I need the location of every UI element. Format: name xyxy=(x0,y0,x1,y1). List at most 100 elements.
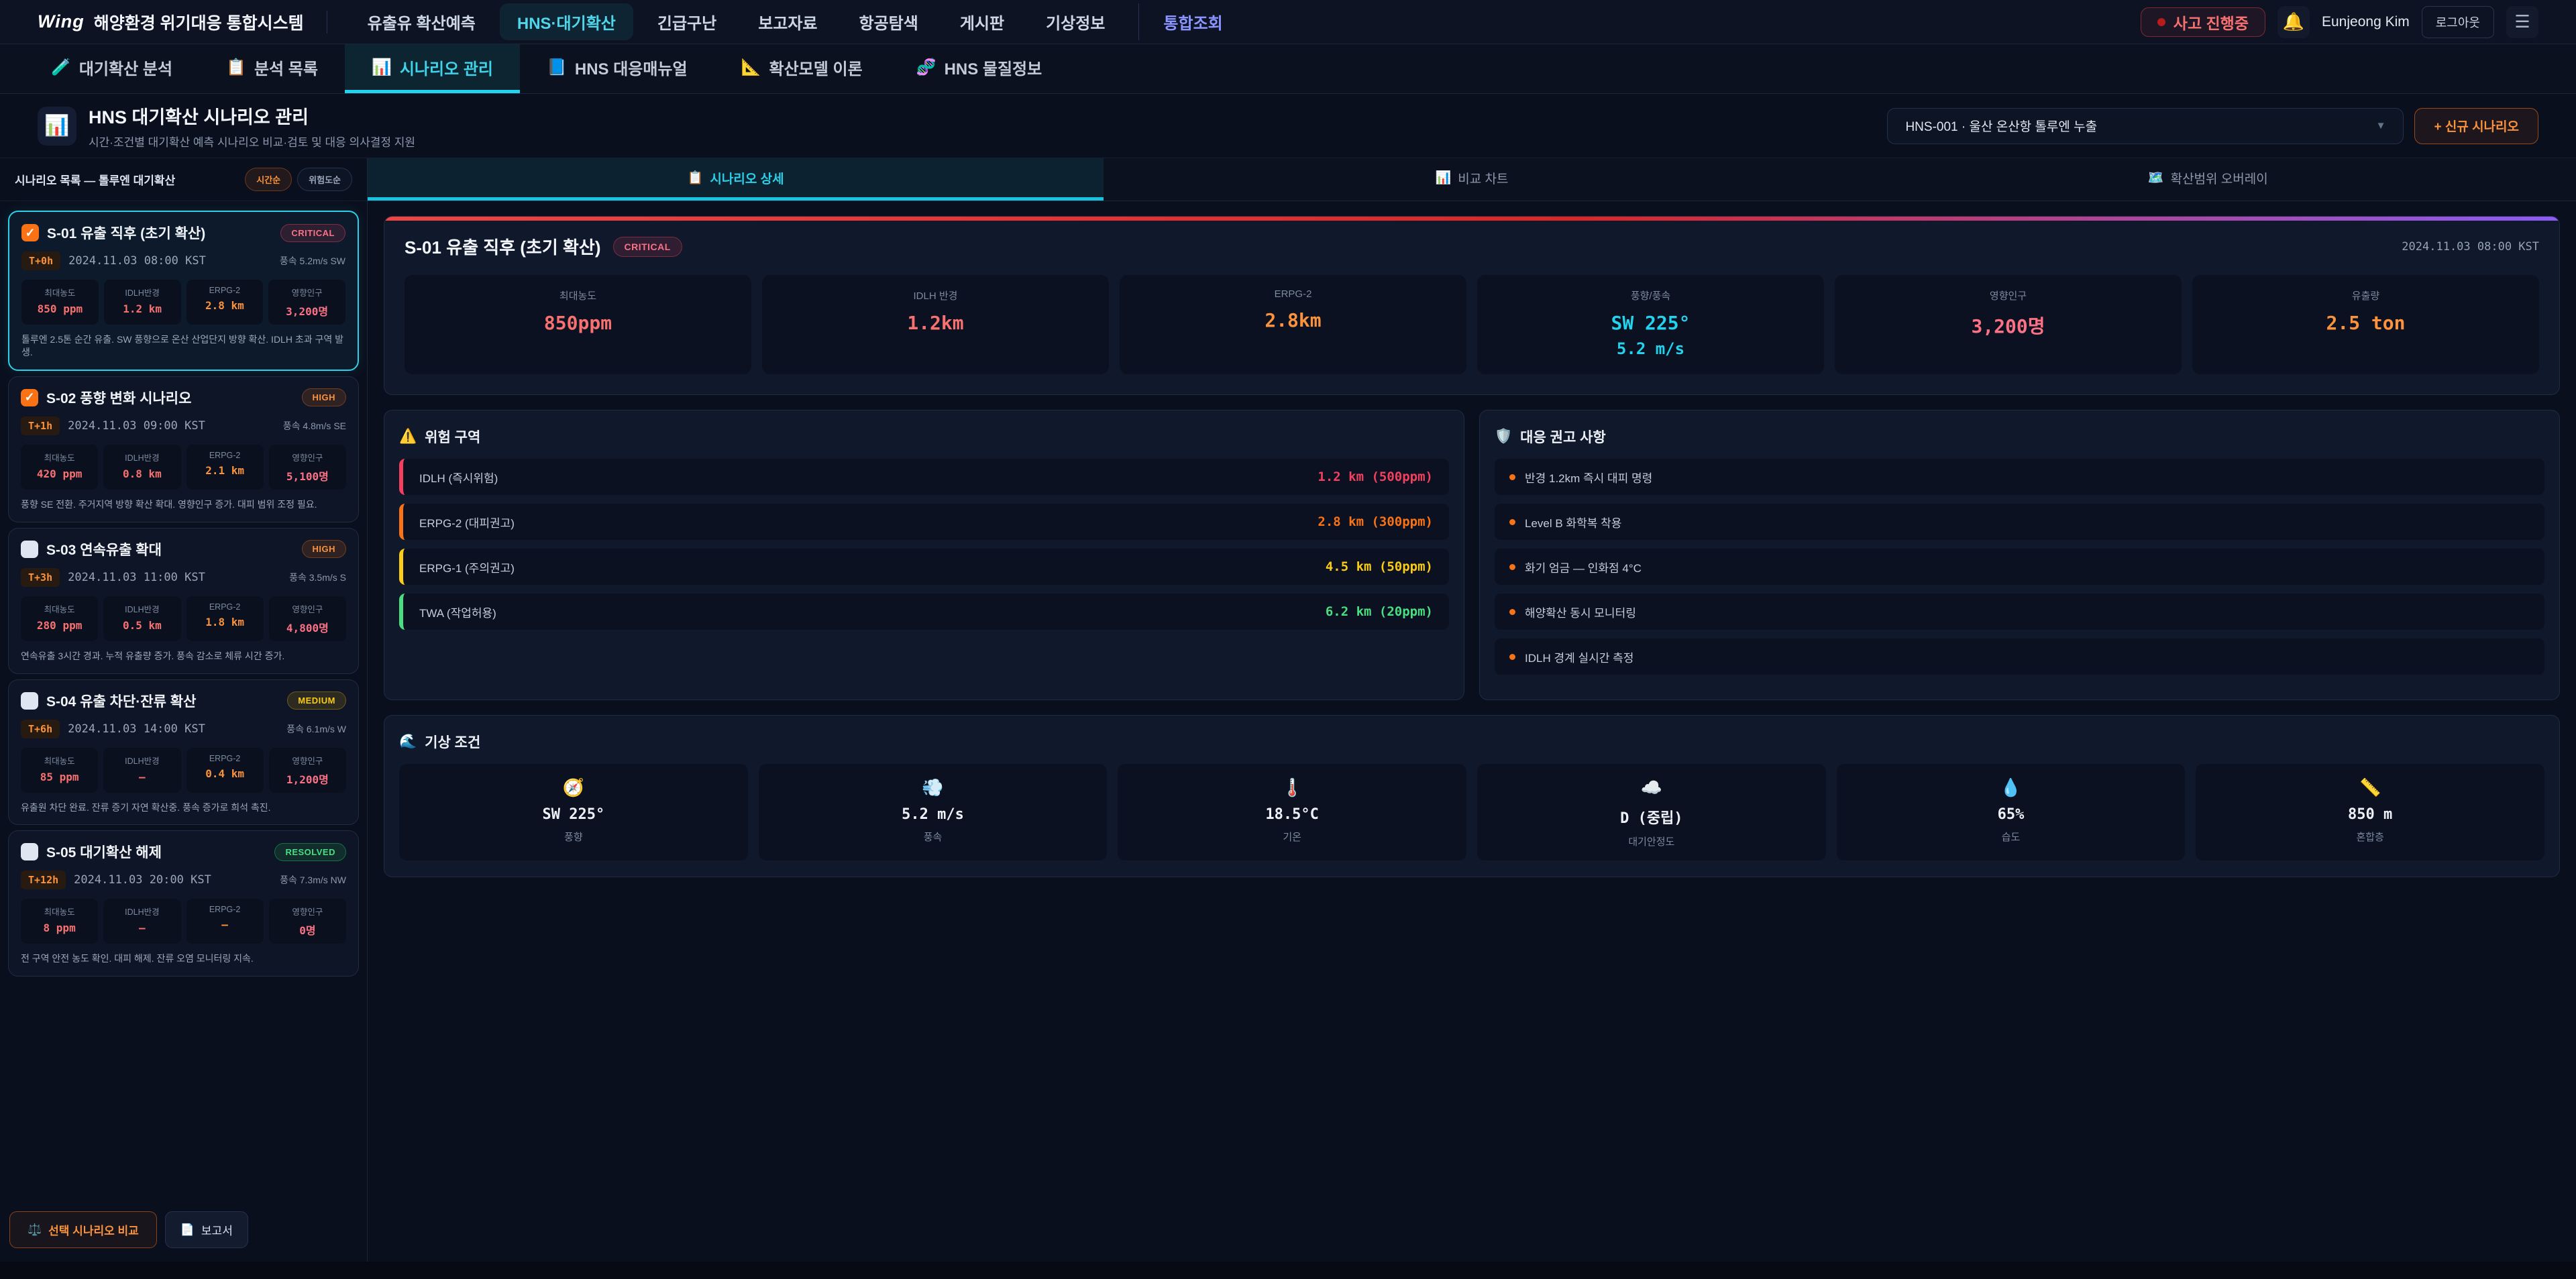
scenario-time-row: T+0h 2024.11.03 08:00 KST 풍속 5.2m/s SW xyxy=(21,252,345,270)
tab-icon: 📊 xyxy=(372,58,392,77)
severity-gradient-bar xyxy=(384,217,2559,221)
stat-value: 1,200명 xyxy=(272,771,343,787)
compare-button[interactable]: ⚖️ 선택 시나리오 비교 xyxy=(9,1211,157,1248)
recommendation-item: IDLH 경계 실시간 측정 xyxy=(1495,638,2544,675)
nav-item[interactable]: 기상정보 xyxy=(1028,3,1122,40)
scenario-stats: 최대농도 850 ppm IDLH반경 1.2 km ERPG-2 2.8 km xyxy=(21,280,345,325)
scenario-detail-panel: S-01 유출 직후 (초기 확산) CRITICAL 2024.11.03 0… xyxy=(384,216,2560,395)
nav-item[interactable]: 게시판 xyxy=(943,3,1022,40)
user-name: Eunjeong Kim xyxy=(2322,14,2410,30)
weather-cards: 🧭 SW 225° 풍향 💨 5.2 m/s 풍속 🌡️ 18.5°C 기온 xyxy=(399,764,2544,860)
stat-box: IDLH반경 0.5 km xyxy=(103,596,180,641)
stat-label: 영향인구 xyxy=(271,286,343,298)
weather-icon: 🌡️ xyxy=(1122,777,1462,798)
tab-label: 대기확산 분석 xyxy=(79,56,172,79)
stat-value: – xyxy=(106,922,178,934)
tab-label: 확산모델 이론 xyxy=(769,56,863,79)
menu-button[interactable]: ☰ xyxy=(2506,6,2538,38)
footer-bar xyxy=(0,1262,2576,1279)
stat-value: 1.8 km xyxy=(189,616,261,628)
scenario-card[interactable]: S-05 대기확산 해제 RESOLVED T+12h 2024.11.03 2… xyxy=(8,830,359,977)
scenario-time-row: T+1h 2024.11.03 09:00 KST 풍속 4.8m/s SE xyxy=(21,416,346,435)
scenario-datetime: 2024.11.03 08:00 KST xyxy=(68,254,206,268)
scenario-checkbox[interactable] xyxy=(21,843,38,860)
metric-value: 2.5 ton xyxy=(2198,312,2534,334)
recommendations-title: 대응 권고 사항 xyxy=(1520,427,1606,447)
logout-button[interactable]: 로그아웃 xyxy=(2422,6,2494,38)
stat-value: 0.8 km xyxy=(106,467,178,480)
main-tab[interactable]: 🗺️ 확산범위 오버레이 xyxy=(1840,158,2576,201)
nav-item[interactable]: 긴급구난 xyxy=(640,3,734,40)
nav-item[interactable]: HNS·대기확산 xyxy=(500,3,633,40)
severity-badge: RESOLVED xyxy=(274,843,346,861)
scenario-checkbox[interactable] xyxy=(21,692,38,710)
subnav-tab[interactable]: 📘 HNS 대응매뉴얼 xyxy=(520,44,714,93)
nav-item[interactable]: 유출유 확산예측 xyxy=(350,3,493,40)
metric-label: 유출량 xyxy=(2198,288,2534,302)
stat-value: 420 ppm xyxy=(23,467,95,480)
stat-label: IDLH반경 xyxy=(106,451,178,463)
scenario-card[interactable]: S-04 유출 차단·잔류 확산 MEDIUM T+6h 2024.11.03 … xyxy=(8,679,359,826)
tab-label: HNS 대응매뉴얼 xyxy=(575,56,688,79)
detail-severity-badge: CRITICAL xyxy=(613,237,682,257)
stat-box: 최대농도 420 ppm xyxy=(21,445,98,490)
severity-badge: CRITICAL xyxy=(280,224,345,242)
risk-zone-row: ERPG-1 (주의권고) 4.5 km (50ppm) xyxy=(399,549,1449,585)
stat-value: 2.1 km xyxy=(189,464,261,477)
recommendations-header: 🛡️ 대응 권고 사항 xyxy=(1495,427,2544,447)
scenario-card[interactable]: S-03 연속유출 확대 HIGH T+3h 2024.11.03 11:00 … xyxy=(8,528,359,674)
scenario-card[interactable]: S-02 풍향 변화 시나리오 HIGH T+1h 2024.11.03 09:… xyxy=(8,376,359,522)
scenario-checkbox[interactable] xyxy=(21,389,38,406)
sort-chip[interactable]: 위험도순 xyxy=(297,168,352,191)
weather-value: 18.5°C xyxy=(1122,806,1462,823)
scenario-description: 톨루엔 2.5톤 순간 유출. SW 풍향으로 온산 산업단지 방향 확산. I… xyxy=(21,333,345,359)
metric-label: ERPG-2 xyxy=(1125,288,1461,300)
scenario-time-row: T+3h 2024.11.03 11:00 KST 풍속 3.5m/s S xyxy=(21,568,346,587)
subnav-tab[interactable]: 🧪 대기확산 분석 xyxy=(24,44,199,93)
weather-value: 65% xyxy=(1841,806,2182,823)
risk-zone-row: IDLH (즉시위험) 1.2 km (500ppm) xyxy=(399,459,1449,495)
metric-value: SW 225° xyxy=(1483,312,1819,334)
nav-item[interactable]: 보고자료 xyxy=(741,3,835,40)
subnav-tab[interactable]: 📋 분석 목록 xyxy=(199,44,345,93)
status-dot-icon xyxy=(2157,18,2165,26)
nav-item[interactable]: 통합조회 xyxy=(1138,3,1240,40)
document-icon: 📄 xyxy=(180,1223,195,1237)
stat-value: – xyxy=(189,918,261,931)
main-tabs: 📋 시나리오 상세 📊 비교 차트 🗺️ 확산범위 오버레이 xyxy=(368,158,2576,201)
scenario-checkbox[interactable] xyxy=(21,541,38,558)
new-scenario-button[interactable]: + 신규 시나리오 xyxy=(2414,108,2538,144)
weather-icon: 📏 xyxy=(2200,777,2540,798)
risk-zones-panel: ⚠️ 위험 구역 IDLH (즉시위험) 1.2 km (500ppm) ERP… xyxy=(384,410,1464,700)
scenario-description: 전 구역 안전 농도 확인. 대피 해제. 잔류 오염 모니터링 지속. xyxy=(21,952,346,965)
wave-icon: 🌊 xyxy=(399,734,417,750)
scenario-list-title: 시나리오 목록 — 톨루엔 대기확산 xyxy=(15,171,175,188)
subnav-tab[interactable]: 🧬 HNS 물질정보 xyxy=(890,44,1069,93)
scenario-checkbox[interactable] xyxy=(21,224,39,241)
stat-box: 최대농도 850 ppm xyxy=(21,280,99,325)
content-area: 시나리오 목록 — 톨루엔 대기확산 시간순위험도순 S-01 유출 직후 (초… xyxy=(0,158,2576,1262)
report-button[interactable]: 📄 보고서 xyxy=(165,1211,248,1248)
main-tab[interactable]: 📊 비교 차트 xyxy=(1104,158,1839,201)
metric-row: 최대농도 850ppm IDLH 반경 1.2km ERPG-2 2.8km xyxy=(405,275,2539,374)
subnav-tab[interactable]: 📊 시나리오 관리 xyxy=(345,44,520,93)
tab-icon: 🧬 xyxy=(916,58,936,77)
recommendation-item: 해양확산 동시 모니터링 xyxy=(1495,594,2544,630)
tab-label: HNS 물질정보 xyxy=(945,56,1042,79)
notifications-button[interactable]: 🔔 xyxy=(2277,6,2310,38)
bullet-dot-icon xyxy=(1509,654,1515,660)
stat-value: 1.2 km xyxy=(107,302,178,315)
weather-value: D (중립) xyxy=(1481,806,1822,828)
nav-item[interactable]: 항공탐색 xyxy=(842,3,936,40)
subnav-tab[interactable]: 📐 확산모델 이론 xyxy=(714,44,890,93)
metric-label: 최대농도 xyxy=(410,288,746,302)
incident-select[interactable]: HNS-001 · 울산 온산항 톨루엔 누출 ▼ xyxy=(1887,108,2404,144)
recommendation-item: Level B 화학복 착용 xyxy=(1495,504,2544,540)
recommendation-item: 화기 엄금 — 인화점 4°C xyxy=(1495,549,2544,585)
stat-label: 영향인구 xyxy=(272,451,343,463)
sort-chip[interactable]: 시간순 xyxy=(245,168,292,191)
stat-box: ERPG-2 0.4 km xyxy=(186,748,264,793)
time-offset-badge: T+1h xyxy=(21,416,60,435)
scenario-card[interactable]: S-01 유출 직후 (초기 확산) CRITICAL T+0h 2024.11… xyxy=(8,211,359,371)
main-tab[interactable]: 📋 시나리오 상세 xyxy=(368,158,1104,201)
